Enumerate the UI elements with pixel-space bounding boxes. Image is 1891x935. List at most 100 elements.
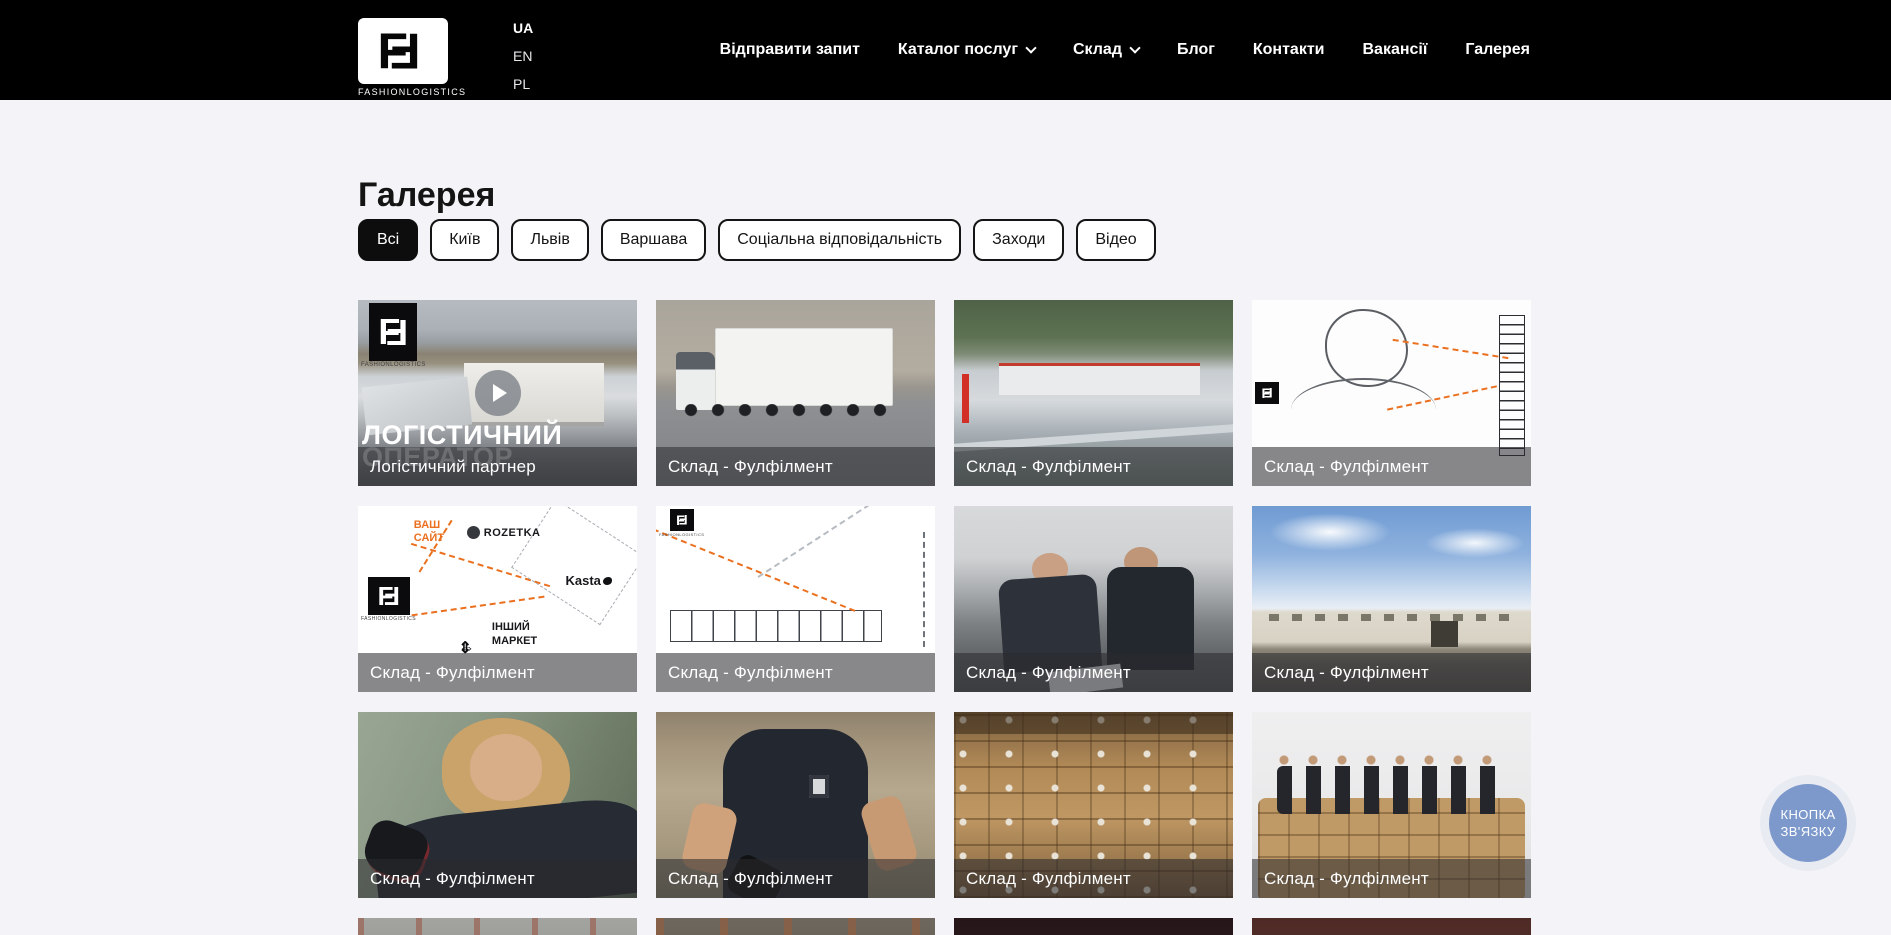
filter-bar: Всі Київ Львів Варшава Соціальна відповідаль…: [358, 219, 1156, 261]
tile-art-shape: [670, 610, 882, 642]
contact-button[interactable]: КНОПКА ЗВ'ЯЗКУ: [1769, 784, 1847, 862]
lang-ua[interactable]: UA: [513, 21, 533, 36]
site-logo[interactable]: FF FASHIONLOGISTICS: [358, 18, 448, 97]
fl-watermark-label: FASHIONLOGISTICS: [361, 362, 426, 368]
tile-caption: Склад - Фулфілмент: [954, 457, 1131, 477]
tile-art-shape: [1269, 614, 1515, 621]
diagram-label-rozetka: ROZETKA: [467, 526, 541, 539]
filter-button-6[interactable]: Відео: [1076, 219, 1155, 261]
nav-item-4[interactable]: Контакти: [1253, 41, 1325, 59]
tile-art-shape: [758, 506, 895, 578]
chevron-down-icon: [1129, 42, 1140, 53]
tile-caption-bar: Склад - Фулфілмент: [954, 653, 1233, 692]
tile-art-shape: [999, 363, 1200, 395]
site-header: FF FASHIONLOGISTICS UA EN PL Відправити за…: [0, 0, 1891, 100]
tile-caption-bar: Склад - Фулфілмент: [1252, 859, 1531, 898]
tile-caption: Склад - Фулфілмент: [358, 663, 535, 683]
tile-art-shape: [809, 775, 829, 798]
tile-art-shape: [684, 404, 896, 417]
tile-art-shape: [656, 918, 935, 935]
fl-logo-icon: FF: [358, 18, 448, 84]
main-nav: Відправити запит Каталог послуг Склад Блог К…: [720, 0, 1530, 100]
filter-button-3[interactable]: Варшава: [601, 219, 706, 261]
tile-caption-bar: Склад - Фулфілмент: [656, 447, 935, 486]
gallery-tile[interactable]: FFFASHIONLOGISTICSЛОГІСТИЧНИЙОПЕРАТОРЛог…: [358, 300, 637, 486]
gallery-tile[interactable]: Склад - Фулфілмент: [1252, 712, 1531, 898]
filter-button-2[interactable]: Львів: [511, 219, 588, 261]
gallery-tile[interactable]: [656, 918, 935, 935]
nav-item-1[interactable]: Каталог послуг: [898, 41, 1035, 59]
tile-art-shape: [923, 532, 925, 647]
tile-caption-bar: Склад - Фулфілмент: [954, 447, 1233, 486]
nav-item-3[interactable]: Блог: [1177, 41, 1215, 59]
tile-caption: Склад - Фулфілмент: [954, 663, 1131, 683]
tile-caption: Склад - Фулфілмент: [358, 869, 535, 889]
nav-item-label: Каталог послуг: [898, 41, 1018, 59]
gallery-tile[interactable]: FF Склад - Фулфілмент: [1252, 300, 1531, 486]
gallery-tile[interactable]: Склад - Фулфілмент: [1252, 506, 1531, 692]
gallery-tile[interactable]: Склад - Фулфілмент: [656, 300, 935, 486]
contact-button-line2: ЗВ'ЯЗКУ: [1780, 823, 1835, 840]
gallery-tile[interactable]: [954, 918, 1233, 935]
tile-caption-bar: Склад - Фулфілмент: [1252, 653, 1531, 692]
tile-art-shape: [715, 328, 894, 406]
tile-art-shape: [1425, 528, 1525, 558]
gallery-grid: FFFASHIONLOGISTICSЛОГІСТИЧНИЙОПЕРАТОРЛог…: [358, 300, 1532, 935]
tile-caption-bar: Склад - Фулфілмент: [1252, 447, 1531, 486]
nav-item-6[interactable]: Галерея: [1465, 41, 1530, 59]
rozetka-text: ROZETKA: [484, 527, 541, 539]
play-icon: [475, 370, 521, 416]
gallery-tile[interactable]: Склад - Фулфілмент: [954, 300, 1233, 486]
gallery-tile[interactable]: Склад - Фулфілмент: [954, 712, 1233, 898]
tile-art-shape: [1269, 513, 1392, 550]
tile-art-shape: [656, 529, 855, 612]
tile-art-shape: [1291, 378, 1436, 441]
nav-item-2[interactable]: Склад: [1073, 41, 1139, 59]
gallery-tile[interactable]: Склад - Фулфілмент: [358, 712, 637, 898]
gallery-tile[interactable]: FFFASHIONLOGISTICSВАШ САЙТROZETKAKastaІН…: [358, 506, 637, 692]
tile-caption: Склад - Фулфілмент: [656, 457, 833, 477]
page-title: Галерея: [358, 173, 495, 217]
filter-button-0[interactable]: Всі: [358, 219, 418, 261]
nav-item-label: Галерея: [1465, 41, 1530, 59]
gallery-tile[interactable]: [358, 918, 637, 935]
diagram-label-kasta: Kasta: [565, 573, 611, 588]
filter-button-4[interactable]: Соціальна відповідальність: [718, 219, 961, 261]
contact-button-line1: КНОПКА: [1780, 806, 1835, 823]
nav-item-5[interactable]: Вакансії: [1363, 41, 1428, 59]
lang-pl[interactable]: PL: [513, 77, 533, 92]
fl-watermark-icon: FFFASHIONLOGISTICS: [361, 303, 426, 368]
filter-button-5[interactable]: Заходи: [973, 219, 1064, 261]
tile-art-shape: [962, 374, 969, 422]
lang-en[interactable]: EN: [513, 49, 533, 64]
nav-item-label: Контакти: [1253, 41, 1325, 59]
tile-caption-bar: Склад - Фулфілмент: [358, 859, 637, 898]
tile-art-shape: [676, 352, 715, 410]
tile-art-shape: [1277, 755, 1506, 765]
tile-art-shape: [512, 506, 637, 625]
tile-art-shape: [412, 595, 545, 616]
diagram-label-other-market: ІНШИЙ МАРКЕТ: [492, 621, 568, 649]
nav-item-0[interactable]: Відправити запит: [720, 41, 860, 59]
fl-watermark-box: FF: [670, 509, 694, 531]
tile-art-shape: [470, 734, 543, 801]
gallery-tile[interactable]: [1252, 918, 1531, 935]
tile-caption: Склад - Фулфілмент: [1252, 869, 1429, 889]
fl-watermark-box: FF: [1255, 382, 1279, 404]
gallery-tile[interactable]: Склад - Фулфілмент: [656, 712, 935, 898]
fl-watermark-label: FASHIONLOGISTICS: [659, 532, 704, 537]
tile-caption-bar: Логістичний партнер: [358, 447, 637, 486]
filter-button-1[interactable]: Київ: [430, 219, 499, 261]
nav-item-label: Вакансії: [1363, 41, 1428, 59]
tile-caption: Склад - Фулфілмент: [1252, 457, 1429, 477]
tile-caption-bar: Склад - Фулфілмент: [656, 653, 935, 692]
nav-item-label: Відправити запит: [720, 41, 860, 59]
nav-item-label: Склад: [1073, 41, 1122, 59]
tile-art-shape: [954, 712, 1233, 734]
gallery-tile[interactable]: FFFASHIONLOGISTICS Склад - Фулфілмент: [656, 506, 935, 692]
nav-item-label: Блог: [1177, 41, 1215, 59]
tile-caption: Логістичний партнер: [358, 457, 536, 477]
gallery-tile[interactable]: Склад - Фулфілмент: [954, 506, 1233, 692]
language-switcher: UA EN PL: [513, 21, 533, 92]
fl-watermark-box: FF: [369, 303, 417, 361]
